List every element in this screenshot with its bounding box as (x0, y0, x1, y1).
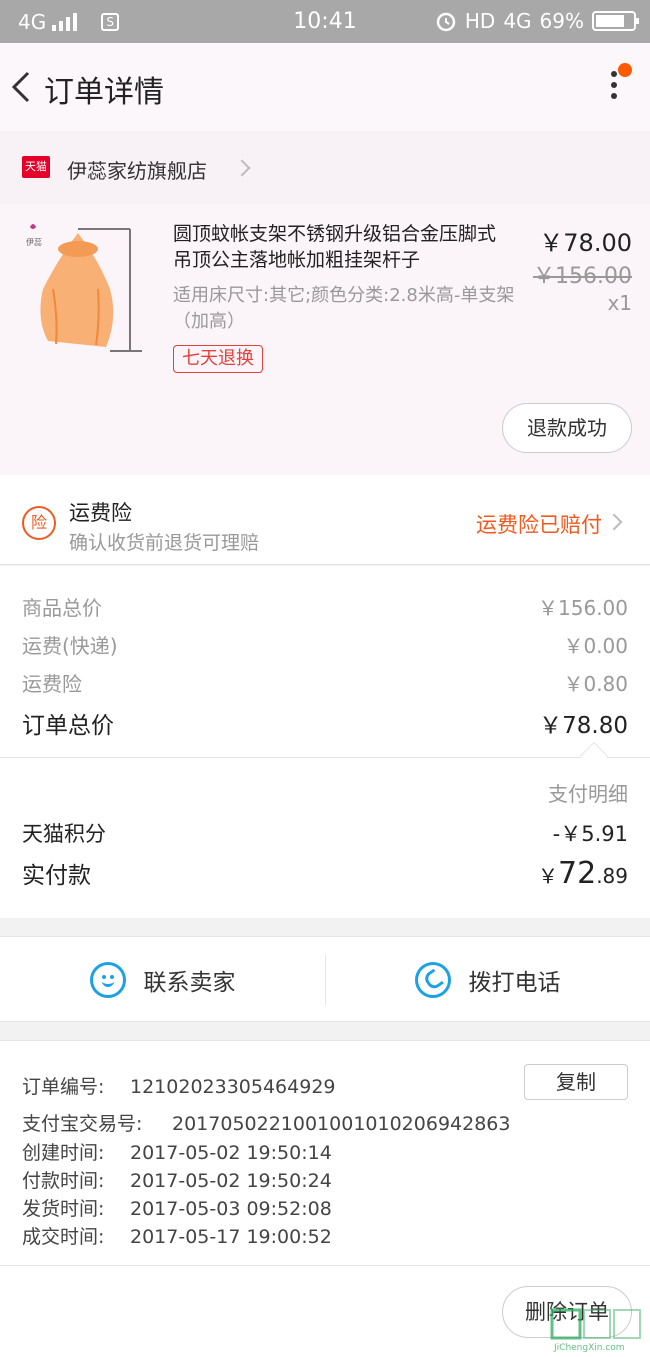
product-title[interactable]: 圆顶蚊帐支架不锈钢升级铝合金压脚式吊顶公主落地帐加粗挂架杆子 (173, 221, 508, 273)
contact-seller-label: 联系卖家 (143, 970, 236, 996)
actual-paid-value: ￥72.89 (538, 856, 628, 891)
product-price: ￥78.00 (539, 229, 632, 257)
chat-face-icon (89, 962, 126, 998)
contact-seller-button[interactable]: 联系卖家 (0, 937, 325, 1023)
battery-percent: 69% (539, 9, 584, 33)
summary-row: 运费(快递) ￥0.00 (22, 630, 628, 659)
product-original-price: ￥156.00 (533, 264, 632, 289)
order-total-label: 订单总价 (22, 713, 114, 739)
hd-indicator: HD (464, 9, 496, 33)
created-time-line: 创建时间: 2017-05-02 19:50:14 (22, 1138, 332, 1165)
alarm-icon (436, 12, 456, 32)
summary-value: ￥0.80 (563, 672, 628, 696)
summary-row: 运费险 ￥0.80 (22, 668, 628, 697)
contact-bar: 联系卖家 拨打电话 (0, 936, 650, 1022)
points-label: 天猫积分 (22, 822, 106, 846)
payment-section: 支付明细 天猫积分 -￥5.91 实付款 ￥72.89 (0, 758, 650, 918)
copy-order-number-button[interactable]: 复制 (524, 1064, 628, 1100)
refund-status-button[interactable]: 退款成功 (502, 403, 632, 453)
points-value: -￥5.91 (552, 822, 628, 846)
info-label: 成交时间: (22, 1226, 105, 1248)
order-total-row: 订单总价 ￥78.80 (22, 706, 628, 740)
summary-value: ￥156.00 (538, 596, 628, 620)
info-value: 12102023305464929 (130, 1076, 336, 1098)
info-value: 2017050221001001010206942863 (172, 1113, 511, 1135)
insurance-subtitle: 确认收货前退货可理赔 (69, 532, 260, 554)
call-phone-label: 拨打电话 (468, 970, 561, 996)
info-label: 支付宝交易号: (22, 1113, 143, 1135)
currency-symbol: ￥ (538, 864, 558, 888)
notification-dot (618, 63, 632, 77)
paid-time-line: 付款时间: 2017-05-02 19:50:24 (22, 1166, 332, 1193)
actual-paid-integer: 72 (558, 856, 597, 891)
payment-detail-link[interactable]: 支付明细 (548, 778, 628, 807)
phone-icon (414, 962, 451, 998)
info-value: 2017-05-02 19:50:24 (130, 1170, 332, 1192)
product-quantity: x1 (607, 291, 632, 315)
completed-time-line: 成交时间: 2017-05-17 19:00:52 (22, 1222, 332, 1249)
info-label: 创建时间: (22, 1142, 105, 1164)
info-label: 发货时间: (22, 1198, 105, 1220)
page-title: 订单详情 (44, 75, 164, 110)
actual-paid-row: 实付款 ￥72.89 (22, 856, 628, 891)
shipped-time-line: 发货时间: 2017-05-03 09:52:08 (22, 1194, 332, 1221)
more-menu-button[interactable] (604, 63, 632, 107)
order-info: 复制 订单编号: 12102023305464929 支付宝交易号: 2017050… (0, 1040, 650, 1266)
status-right: HD 4G 69% (435, 9, 639, 33)
alipay-trade-line: 支付宝交易号: 2017050221001001010206942863 (22, 1109, 510, 1136)
nav-bar: 订单详情 (0, 43, 650, 131)
chevron-right-icon (233, 159, 251, 177)
footer-bar: 删除订单 JiChengXin.com (0, 1266, 650, 1357)
info-value: 2017-05-03 09:52:08 (130, 1198, 332, 1220)
actual-paid-label: 实付款 (22, 863, 91, 889)
info-value: 2017-05-02 19:50:14 (130, 1142, 332, 1164)
shipping-insurance-row[interactable]: 险 运费险 确认收货前退货可理赔 运费险已赔付 (0, 475, 650, 565)
summary-label: 商品总价 (22, 596, 102, 620)
summary-label: 运费(快递) (22, 634, 118, 658)
back-arrow-icon[interactable] (8, 67, 38, 107)
insurance-icon: 险 (22, 506, 56, 540)
return-policy-tag: 七天退换 (173, 345, 263, 373)
info-label: 订单编号: (22, 1076, 105, 1098)
watermark-logo: JiChengXin.com (550, 1308, 641, 1353)
summary-label: 运费险 (22, 672, 82, 696)
product-spec: 适用床尺寸:其它;颜色分类:2.8米高-单支架（加高） (173, 285, 515, 332)
info-label: 付款时间: (22, 1170, 105, 1192)
summary-value: ￥0.00 (563, 634, 628, 658)
insurance-status[interactable]: 运费险已赔付 (476, 509, 602, 539)
tmall-logo-icon: 天猫 (22, 156, 50, 178)
order-total-value: ￥78.80 (539, 713, 628, 739)
info-value: 2017-05-17 19:00:52 (130, 1226, 332, 1248)
battery-icon (592, 11, 639, 31)
actual-paid-decimal: .89 (596, 864, 628, 888)
product-thumbnail[interactable]: 伊蕊 (18, 219, 156, 357)
store-name[interactable]: 伊蕊家纺旗舰店 (67, 155, 207, 184)
chevron-right-icon (605, 513, 623, 531)
summary-row: 商品总价 ￥156.00 (22, 592, 628, 621)
order-number-line: 订单编号: 12102023305464929 (22, 1072, 336, 1099)
call-phone-button[interactable]: 拨打电话 (325, 937, 650, 1023)
points-row: 天猫积分 -￥5.91 (22, 818, 628, 848)
status-bar: 4G S 10:41 HD 4G 69% (0, 0, 650, 43)
price-summary: 商品总价 ￥156.00 运费(快递) ￥0.00 运费险 ￥0.80 订单总价… (0, 566, 650, 771)
svg-text:伊蕊: 伊蕊 (26, 237, 42, 247)
store-header[interactable]: 天猫 伊蕊家纺旗舰店 (0, 131, 650, 205)
svg-text:JiChengXin.com: JiChengXin.com (553, 1343, 625, 1353)
insurance-title: 运费险 (69, 501, 132, 525)
product-card[interactable]: 伊蕊 圆顶蚊帐支架不锈钢升级铝合金压脚式吊顶公主落地帐加粗挂架杆子 适用床尺寸:… (0, 205, 650, 475)
network-type-right: 4G (503, 9, 532, 33)
